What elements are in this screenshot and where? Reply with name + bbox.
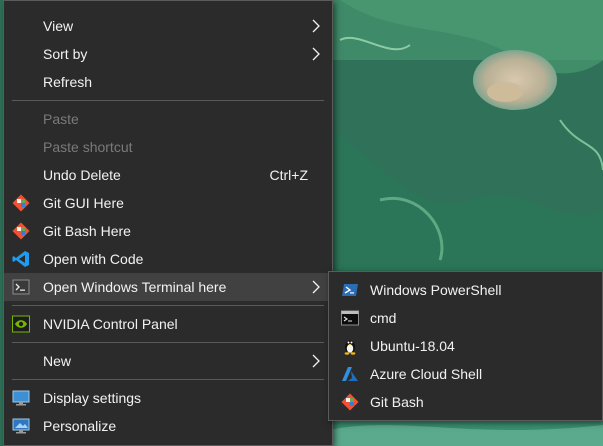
submenu-item-label: Azure Cloud Shell bbox=[370, 366, 483, 382]
terminal-profiles-submenu: Windows PowerShell cmd Ubuntu-18.04 Azur… bbox=[328, 271, 603, 421]
menu-item-new[interactable]: New bbox=[4, 347, 332, 375]
submenu-item-cmd[interactable]: cmd bbox=[329, 304, 602, 332]
menu-item-label: Paste bbox=[43, 111, 79, 127]
menu-item-label: Sort by bbox=[43, 46, 88, 62]
submenu-item-ubuntu-18-04[interactable]: Ubuntu-18.04 bbox=[329, 332, 602, 360]
cmd-icon bbox=[341, 309, 359, 327]
shortcut-label: Ctrl+Z bbox=[269, 167, 309, 183]
menu-item-label: View bbox=[43, 18, 74, 34]
submenu-item-label: Git Bash bbox=[370, 394, 424, 410]
menu-item-sort-by[interactable]: Sort by bbox=[4, 40, 332, 68]
vscode-icon bbox=[12, 250, 30, 268]
chevron-right-icon bbox=[311, 19, 321, 33]
menu-item-label: Undo Delete bbox=[43, 167, 121, 183]
menu-item-display-settings[interactable]: Display settings bbox=[4, 384, 332, 412]
powershell-icon bbox=[341, 281, 359, 299]
git-gui-icon bbox=[12, 194, 30, 212]
menu-separator bbox=[12, 305, 324, 306]
submenu-item-label: cmd bbox=[370, 310, 397, 326]
menu-item-label: Git GUI Here bbox=[43, 195, 124, 211]
submenu-item-azure-cloud-shell[interactable]: Azure Cloud Shell bbox=[329, 360, 602, 388]
chevron-right-icon bbox=[311, 354, 321, 368]
desktop-context-menu: View Sort by Refresh Paste Paste shortcu… bbox=[3, 0, 333, 446]
azure-icon bbox=[341, 365, 359, 383]
git-bash-icon bbox=[12, 222, 30, 240]
nvidia-icon bbox=[12, 315, 30, 333]
menu-item-git-bash-here[interactable]: Git Bash Here bbox=[4, 217, 332, 245]
menu-item-label: Open with Code bbox=[43, 251, 144, 267]
terminal-icon bbox=[12, 278, 30, 296]
menu-item-label: Refresh bbox=[43, 74, 93, 90]
tux-icon bbox=[341, 337, 359, 355]
menu-item-label: Paste shortcut bbox=[43, 139, 133, 155]
menu-item-label: Personalize bbox=[43, 418, 117, 434]
menu-item-label: Git Bash Here bbox=[43, 223, 131, 239]
menu-item-nvidia-control-panel[interactable]: NVIDIA Control Panel bbox=[4, 310, 332, 338]
submenu-item-git-bash[interactable]: Git Bash bbox=[329, 388, 602, 416]
submenu-item-label: Ubuntu-18.04 bbox=[370, 338, 455, 354]
submenu-item-label: Windows PowerShell bbox=[370, 282, 502, 298]
menu-separator bbox=[12, 100, 324, 101]
menu-item-view[interactable]: View bbox=[4, 12, 332, 40]
git-icon bbox=[341, 393, 359, 411]
chevron-right-icon bbox=[311, 47, 321, 61]
menu-separator bbox=[12, 379, 324, 380]
menu-item-paste-shortcut: Paste shortcut bbox=[4, 133, 332, 161]
menu-item-open-windows-terminal-here[interactable]: Open Windows Terminal here bbox=[4, 273, 332, 301]
menu-item-label: New bbox=[43, 353, 72, 369]
menu-item-open-with-code[interactable]: Open with Code bbox=[4, 245, 332, 273]
menu-item-refresh[interactable]: Refresh bbox=[4, 68, 332, 96]
submenu-item-windows-powershell[interactable]: Windows PowerShell bbox=[329, 276, 602, 304]
menu-item-label: NVIDIA Control Panel bbox=[43, 316, 178, 332]
menu-item-paste: Paste bbox=[4, 105, 332, 133]
menu-item-git-gui-here[interactable]: Git GUI Here bbox=[4, 189, 332, 217]
chevron-right-icon bbox=[311, 280, 321, 294]
personalize-icon bbox=[12, 417, 30, 435]
menu-item-undo-delete[interactable]: Undo Delete Ctrl+Z bbox=[4, 161, 332, 189]
menu-item-personalize[interactable]: Personalize bbox=[4, 412, 332, 440]
menu-item-label: Display settings bbox=[43, 390, 142, 406]
menu-separator bbox=[12, 342, 324, 343]
display-icon bbox=[12, 389, 30, 407]
menu-item-label: Open Windows Terminal here bbox=[43, 279, 227, 295]
